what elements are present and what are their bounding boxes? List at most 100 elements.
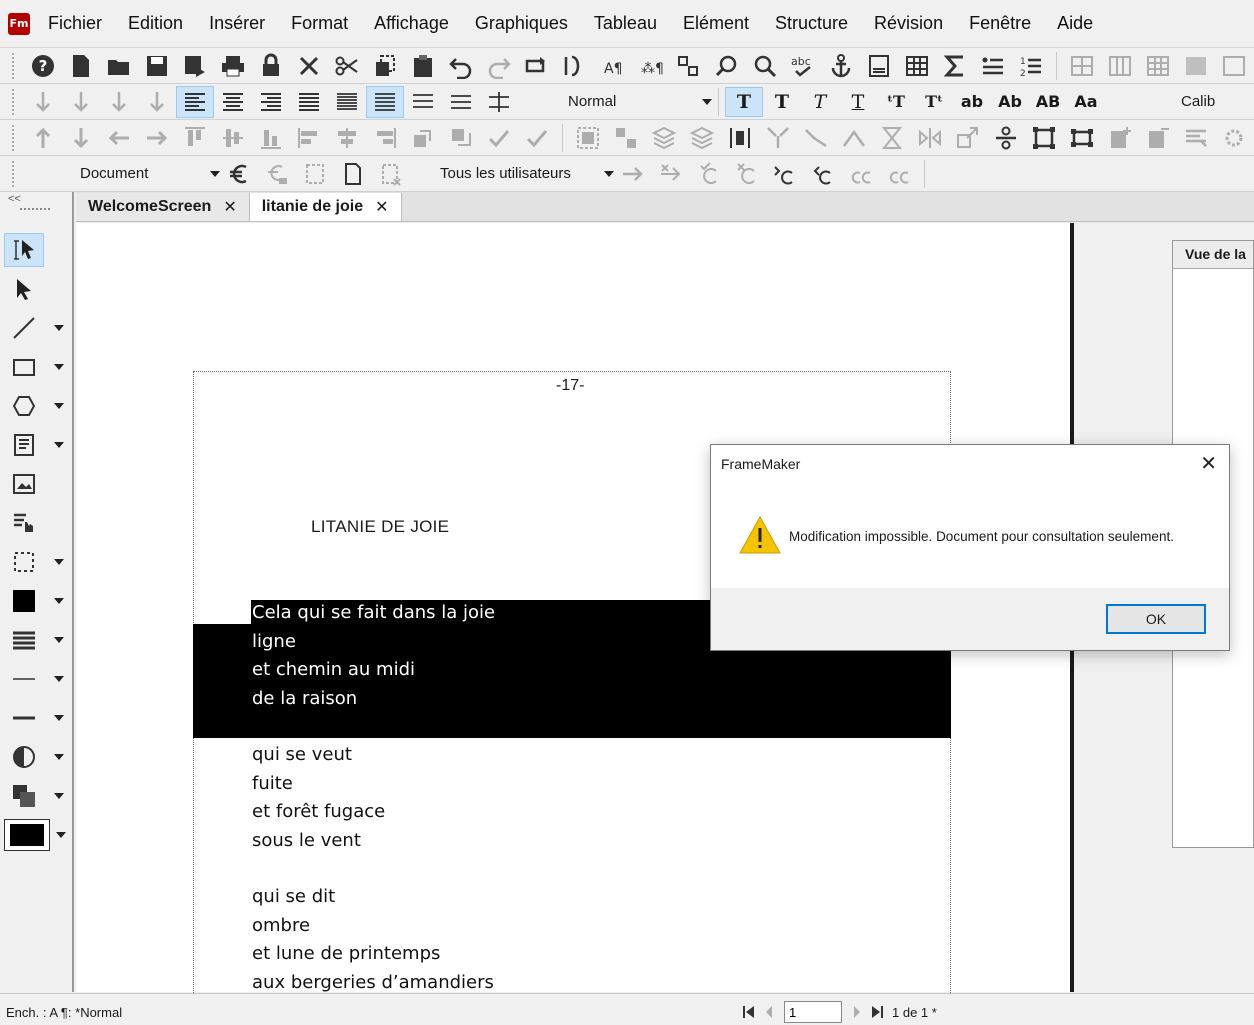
undo-icon[interactable] (442, 50, 480, 82)
align-left-objects-icon[interactable] (290, 122, 328, 154)
document-scope-select[interactable]: Document (80, 160, 220, 188)
check-all-icon[interactable] (518, 122, 556, 154)
compare-docs-icon[interactable] (296, 158, 334, 190)
bring-front-icon[interactable] (645, 122, 683, 154)
unsmooth-icon[interactable] (835, 122, 873, 154)
poem-line[interactable]: qui se veut (252, 744, 352, 765)
redo-icon[interactable] (480, 50, 518, 82)
menu-edition[interactable]: Edition (128, 13, 183, 34)
page-add-icon[interactable] (1101, 122, 1139, 154)
close-icon[interactable]: ✕ (1200, 451, 1217, 476)
character-tag-icon[interactable]: A¶ (594, 50, 632, 82)
print-icon[interactable] (214, 50, 252, 82)
smooth-icon[interactable] (797, 122, 835, 154)
paragraph-tag-icon[interactable]: ⁂¶ (632, 50, 670, 82)
text-flow-icon[interactable] (556, 50, 594, 82)
poem-line[interactable]: ombre (252, 915, 310, 936)
menu-fichier[interactable]: Fichier (48, 13, 102, 34)
arrow-down-icon[interactable] (62, 86, 100, 118)
reject-all-euro-icon[interactable] (880, 158, 918, 190)
object-select-tool[interactable] (4, 271, 70, 307)
image-tool[interactable] (4, 466, 70, 502)
users-select[interactable]: Tous les utilisateurs (440, 160, 614, 188)
smart-select-tool[interactable] (4, 232, 70, 268)
marquee-tool[interactable] (4, 544, 70, 580)
chevron-down-icon[interactable] (54, 637, 64, 643)
table-grid-icon[interactable] (1139, 50, 1177, 82)
close-icon[interactable]: ✕ (223, 197, 236, 217)
toolbar-grip[interactable] (12, 88, 16, 115)
reshape-icon[interactable] (759, 122, 797, 154)
accept-all-icon[interactable] (766, 158, 804, 190)
menu-revision[interactable]: Révision (874, 13, 943, 34)
paste-icon[interactable] (404, 50, 442, 82)
poem-line[interactable]: aux bergeries d’amandiers (252, 972, 494, 993)
table-insert-column-icon[interactable] (1101, 50, 1139, 82)
scale-icon[interactable] (949, 122, 987, 154)
text-frame-icon[interactable] (1177, 122, 1215, 154)
hourglass-icon[interactable] (873, 122, 911, 154)
last-page-icon[interactable] (870, 1004, 884, 1020)
numbered-list-icon[interactable]: 12 (1012, 50, 1050, 82)
underline-button[interactable]: T (839, 91, 877, 113)
superscript-button[interactable]: ᵗT (877, 92, 915, 111)
chevron-down-icon[interactable] (54, 676, 64, 682)
poem-line[interactable]: Cela qui se fait dans la joie (252, 602, 495, 623)
table-split-icon[interactable] (1215, 50, 1253, 82)
menu-affichage[interactable]: Affichage (374, 13, 449, 34)
arrow-left-icon[interactable] (100, 122, 138, 154)
arrow-down-icon[interactable] (24, 86, 62, 118)
tint-tool[interactable] (4, 739, 70, 775)
object-properties-icon[interactable] (987, 122, 1025, 154)
cut-icon[interactable] (328, 50, 366, 82)
toolbar-grip[interactable] (12, 52, 16, 79)
pen-pattern-tool[interactable] (4, 622, 70, 658)
table-icon[interactable] (898, 50, 936, 82)
table-insert-row-icon[interactable] (1063, 50, 1101, 82)
menu-format[interactable]: Format (291, 13, 348, 34)
reject-change-euro-icon[interactable] (728, 158, 766, 190)
tab-litanie-de-joie[interactable]: litanie de joie ✕ (249, 193, 402, 221)
align-right-icon[interactable] (252, 86, 290, 118)
rotate-icon[interactable] (404, 122, 442, 154)
menu-inserer[interactable]: Insérer (209, 13, 265, 34)
color-swatch-tool[interactable] (4, 817, 70, 853)
poem-line[interactable]: et forêt fugace (252, 801, 385, 822)
accept-change-icon[interactable] (690, 158, 728, 190)
align-right-objects-icon[interactable] (366, 122, 404, 154)
spellcheck-icon[interactable]: abc (784, 50, 822, 82)
align-bottom-icon[interactable] (252, 122, 290, 154)
document-check-icon[interactable] (372, 158, 410, 190)
poem-line[interactable]: qui se dit (252, 886, 335, 907)
chevron-down-icon[interactable] (54, 793, 64, 799)
new-document-icon[interactable] (62, 50, 100, 82)
arrow-down-icon[interactable] (100, 86, 138, 118)
font-family-select[interactable]: Calib (1181, 88, 1215, 116)
arrow-down-icon[interactable] (138, 86, 176, 118)
rectangle-tool[interactable] (4, 349, 70, 385)
menu-aide[interactable]: Aide (1057, 13, 1093, 34)
line-width-tool[interactable] (4, 661, 70, 697)
repeat-icon[interactable] (518, 50, 556, 82)
accept-all-euro-icon[interactable] (842, 158, 880, 190)
anchored-frame-icon[interactable] (1063, 122, 1101, 154)
line-spacing-single-icon[interactable] (328, 86, 366, 118)
euro-icon[interactable] (220, 158, 258, 190)
poem-line[interactable]: ligne (252, 631, 296, 652)
frame-select-icon[interactable] (1025, 122, 1063, 154)
custom-spacing-icon[interactable] (480, 86, 518, 118)
document-icon[interactable] (334, 158, 372, 190)
poem-line[interactable]: fuite (252, 773, 293, 794)
align-center-icon[interactable] (214, 86, 252, 118)
settings-icon[interactable] (1215, 122, 1253, 154)
delete-icon[interactable] (290, 50, 328, 82)
structure-view-icon[interactable] (670, 50, 708, 82)
line-end-tool[interactable] (4, 700, 70, 736)
next-change-icon[interactable] (614, 158, 652, 190)
mirror-icon[interactable] (911, 122, 949, 154)
chevron-down-icon[interactable] (54, 403, 64, 409)
group-icon[interactable] (569, 122, 607, 154)
ungroup-icon[interactable] (607, 122, 645, 154)
poem-line[interactable]: et chemin au midi (252, 659, 415, 680)
italic-button[interactable]: T (801, 91, 839, 113)
